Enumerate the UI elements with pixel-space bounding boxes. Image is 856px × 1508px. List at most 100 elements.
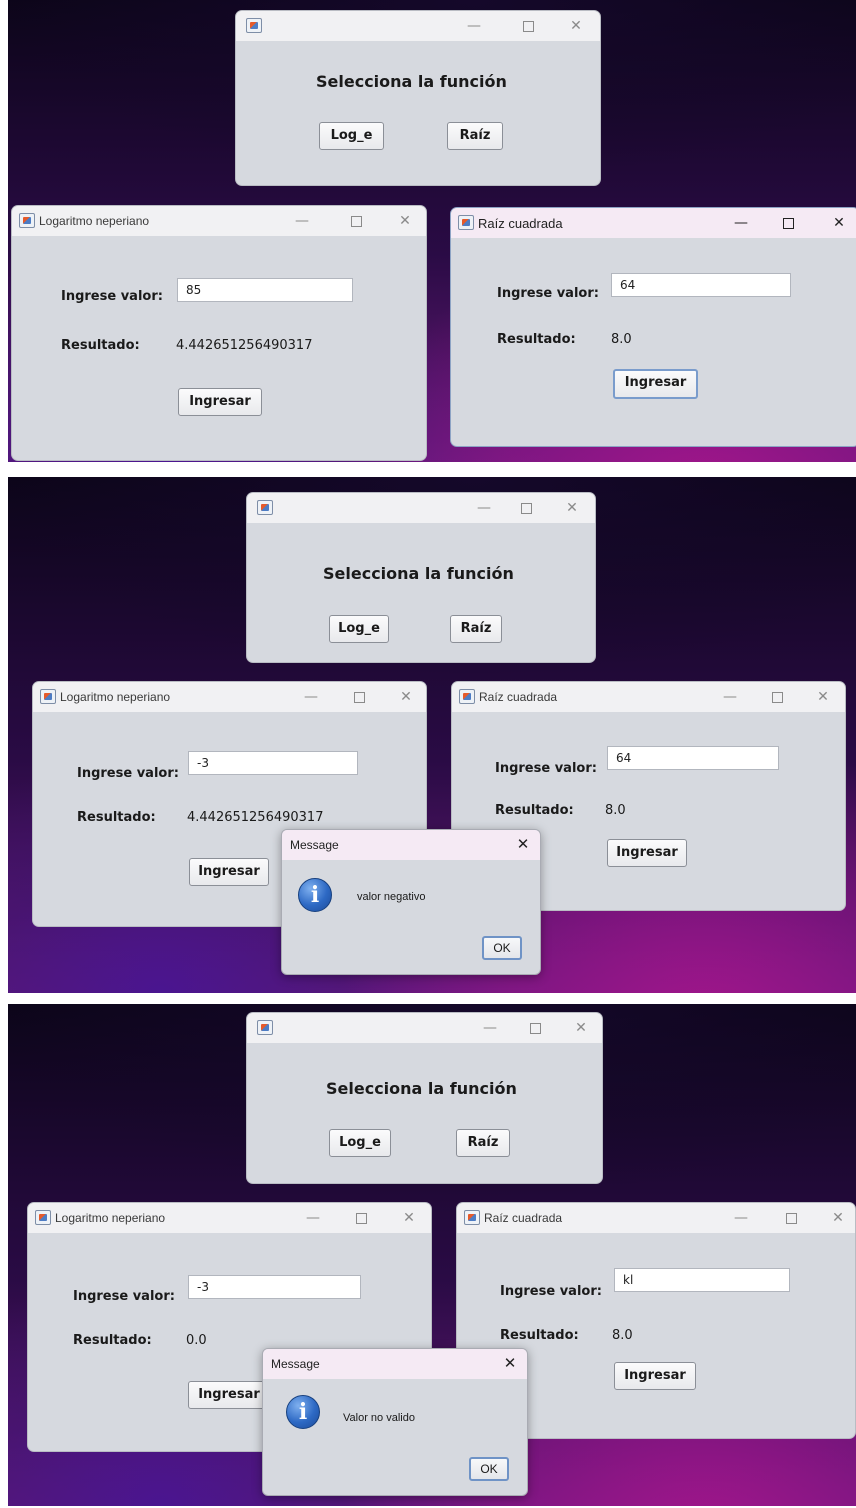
- title-bar: Raíz cuadrada — ✕: [457, 1203, 855, 1233]
- minimize-icon[interactable]: —: [302, 1207, 324, 1229]
- close-icon[interactable]: ✕: [499, 1352, 521, 1374]
- minimize-icon[interactable]: —: [730, 212, 752, 234]
- input-label: Ingrese valor:: [497, 286, 599, 301]
- raiz-button[interactable]: Raíz: [447, 122, 503, 150]
- java-app-icon: [257, 500, 273, 515]
- sqrt-window: Raíz cuadrada — ✕ Ingrese valor: Resulta…: [450, 207, 856, 447]
- maximize-icon[interactable]: [777, 212, 799, 234]
- close-icon[interactable]: ✕: [828, 212, 850, 234]
- result-value: 0.0: [186, 1333, 207, 1348]
- screenshot-panel-3: — ✕ Selecciona la función Log_e Raíz Log…: [8, 1004, 856, 1506]
- result-value: 4.442651256490317: [187, 810, 324, 825]
- ingresar-button[interactable]: Ingresar: [607, 839, 687, 867]
- value-input[interactable]: [611, 273, 791, 297]
- dialog-title: Message: [271, 1357, 320, 1371]
- maximize-icon[interactable]: [345, 210, 367, 232]
- result-label: Resultado:: [500, 1328, 579, 1343]
- window-title: Raíz cuadrada: [484, 1211, 563, 1225]
- maximize-icon[interactable]: [766, 686, 788, 708]
- selector-heading: Selecciona la función: [316, 72, 507, 91]
- value-input[interactable]: [188, 1275, 361, 1299]
- information-icon: i: [298, 878, 332, 912]
- ingresar-button[interactable]: Ingresar: [188, 1381, 270, 1409]
- java-app-icon: [35, 1210, 51, 1225]
- log-e-button[interactable]: Log_e: [319, 122, 384, 150]
- minimize-icon[interactable]: —: [479, 1017, 501, 1039]
- raiz-button[interactable]: Raíz: [456, 1129, 510, 1157]
- maximize-icon[interactable]: [350, 1207, 372, 1229]
- log-window: Logaritmo neperiano — ✕ Ingrese valor: R…: [11, 205, 427, 461]
- title-bar: — ✕: [247, 493, 595, 523]
- close-icon[interactable]: ✕: [512, 833, 534, 855]
- result-label: Resultado:: [495, 803, 574, 818]
- close-icon[interactable]: ✕: [561, 497, 583, 519]
- raiz-button[interactable]: Raíz: [450, 615, 502, 643]
- close-icon[interactable]: ✕: [395, 686, 417, 708]
- ingresar-button[interactable]: Ingresar: [613, 369, 698, 399]
- java-app-icon: [458, 215, 474, 230]
- java-app-icon: [246, 18, 262, 33]
- value-input[interactable]: [607, 746, 779, 770]
- title-bar: Logaritmo neperiano — ✕: [28, 1203, 431, 1233]
- java-app-icon: [19, 213, 35, 228]
- selector-heading: Selecciona la función: [326, 1079, 517, 1098]
- maximize-icon[interactable]: [780, 1207, 802, 1229]
- ok-button[interactable]: OK: [469, 1457, 509, 1481]
- input-label: Ingrese valor:: [73, 1289, 175, 1304]
- result-label: Resultado:: [497, 332, 576, 347]
- window-title: Logaritmo neperiano: [60, 690, 171, 704]
- result-value: 8.0: [612, 1328, 633, 1343]
- input-label: Ingrese valor:: [500, 1284, 602, 1299]
- information-icon: i: [286, 1395, 320, 1429]
- minimize-icon[interactable]: —: [719, 686, 741, 708]
- close-icon[interactable]: ✕: [565, 15, 587, 37]
- window-title: Logaritmo neperiano: [39, 214, 150, 228]
- message-dialog: Message ✕ i valor negativo OK: [281, 829, 541, 975]
- java-app-icon: [40, 689, 56, 704]
- ingresar-button[interactable]: Ingresar: [189, 858, 269, 886]
- minimize-icon[interactable]: —: [473, 497, 495, 519]
- close-icon[interactable]: ✕: [394, 210, 416, 232]
- maximize-icon[interactable]: [524, 1017, 546, 1039]
- window-title: Raíz cuadrada: [479, 690, 558, 704]
- java-app-icon: [257, 1020, 273, 1035]
- value-input[interactable]: [188, 751, 358, 775]
- ok-button[interactable]: OK: [482, 936, 522, 960]
- result-label: Resultado:: [61, 338, 140, 353]
- minimize-icon[interactable]: —: [300, 686, 322, 708]
- result-value: 4.442651256490317: [176, 338, 313, 353]
- close-icon[interactable]: ✕: [398, 1207, 420, 1229]
- message-dialog: Message ✕ i Valor no valido OK: [262, 1348, 528, 1496]
- maximize-icon[interactable]: [515, 497, 537, 519]
- ingresar-button[interactable]: Ingresar: [614, 1362, 696, 1390]
- result-value: 8.0: [605, 803, 626, 818]
- java-app-icon: [464, 1210, 480, 1225]
- title-bar: Raíz cuadrada — ✕: [452, 682, 845, 712]
- title-bar: — ✕: [236, 11, 600, 41]
- value-input[interactable]: [614, 1268, 790, 1292]
- value-input[interactable]: [177, 278, 353, 302]
- title-bar: Logaritmo neperiano — ✕: [33, 682, 426, 712]
- maximize-icon[interactable]: [517, 15, 539, 37]
- dialog-message: Valor no valido: [343, 1412, 415, 1424]
- dialog-title-bar: Message ✕: [282, 830, 540, 860]
- dialog-title-bar: Message ✕: [263, 1349, 527, 1379]
- title-bar: Logaritmo neperiano — ✕: [12, 206, 426, 236]
- selector-window: — ✕ Selecciona la función Log_e Raíz: [246, 1012, 603, 1184]
- log-e-button[interactable]: Log_e: [329, 615, 389, 643]
- maximize-icon[interactable]: [348, 686, 370, 708]
- window-title: Logaritmo neperiano: [55, 1211, 166, 1225]
- close-icon[interactable]: ✕: [570, 1017, 592, 1039]
- ingresar-button[interactable]: Ingresar: [178, 388, 262, 416]
- log-e-button[interactable]: Log_e: [329, 1129, 391, 1157]
- screenshot-panel-1: — ✕ Selecciona la función Log_e Raíz Log…: [8, 0, 856, 462]
- minimize-icon[interactable]: —: [730, 1207, 752, 1229]
- result-label: Resultado:: [77, 810, 156, 825]
- selector-window: — ✕ Selecciona la función Log_e Raíz: [246, 492, 596, 663]
- close-icon[interactable]: ✕: [827, 1207, 849, 1229]
- result-label: Resultado:: [73, 1333, 152, 1348]
- minimize-icon[interactable]: —: [291, 210, 313, 232]
- minimize-icon[interactable]: —: [463, 15, 485, 37]
- java-app-icon: [459, 689, 475, 704]
- close-icon[interactable]: ✕: [812, 686, 834, 708]
